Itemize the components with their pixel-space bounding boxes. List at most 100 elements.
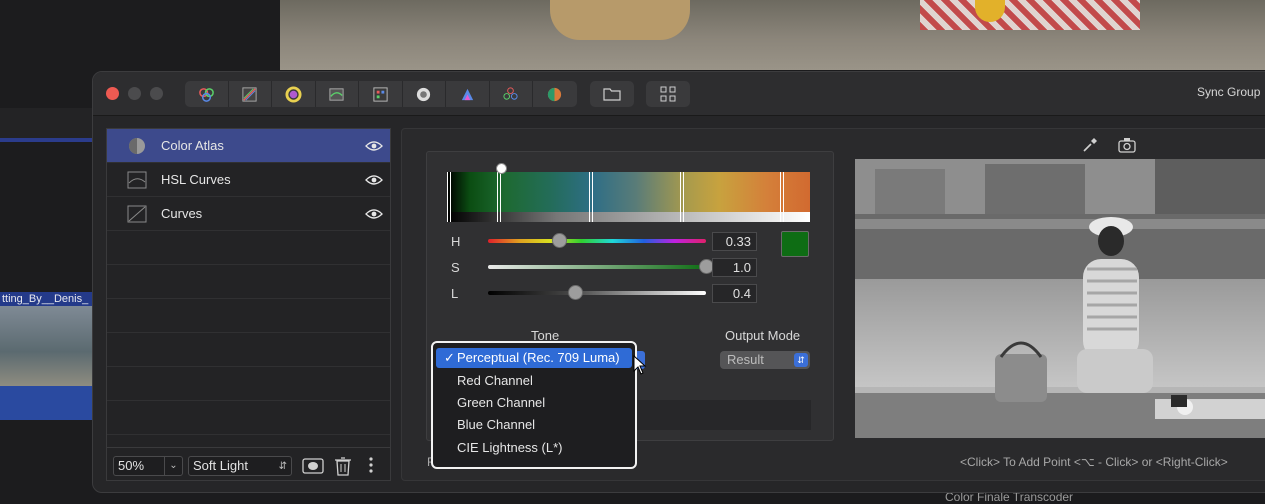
- spectrum-point-marker[interactable]: [780, 172, 784, 222]
- empty-layer-slot: [107, 367, 390, 401]
- open-folder-button[interactable]: [590, 81, 634, 107]
- menu-item-cie-lightness[interactable]: CIE Lightness (L*): [436, 438, 632, 458]
- layer-footer-bar: 50% ⌄ Soft Light ⇵: [107, 447, 390, 481]
- empty-layer-slot: [107, 265, 390, 299]
- spectrum-point-marker[interactable]: [589, 172, 593, 222]
- color-mixer-icon: [503, 86, 518, 100]
- more-options-button[interactable]: [365, 456, 377, 476]
- menu-item-label: CIE Lightness (L*): [457, 440, 563, 455]
- spectrum-point-marker[interactable]: [680, 172, 684, 222]
- blend-mode-value: Soft Light: [193, 458, 248, 473]
- output-mode-label: Output Mode: [725, 328, 801, 343]
- zoom-window-button[interactable]: [150, 87, 163, 100]
- layer-label: HSL Curves: [161, 172, 231, 187]
- layer-item-hsl-curves[interactable]: HSL Curves: [107, 163, 390, 197]
- saturation-value-field[interactable]: 1.0: [712, 258, 757, 277]
- layer-tool-group: [185, 81, 577, 107]
- menu-item-green-channel[interactable]: Green Channel: [436, 393, 632, 413]
- checkmark-icon: ✓: [444, 350, 455, 365]
- visibility-eye-icon[interactable]: [365, 140, 383, 152]
- mouse-cursor-icon: [633, 355, 647, 375]
- hue-slider-track[interactable]: [488, 239, 706, 243]
- lightness-label: L: [451, 286, 459, 301]
- tool-lut[interactable]: [359, 81, 403, 107]
- trash-icon: [335, 457, 351, 476]
- color-swatch[interactable]: [781, 231, 809, 257]
- menu-item-label: Red Channel: [457, 373, 533, 388]
- empty-layer-slot: [107, 401, 390, 435]
- tool-split-tone[interactable]: [533, 81, 577, 107]
- tool-gamut[interactable]: [446, 81, 490, 107]
- mask-icon: [302, 458, 324, 474]
- split-tone-icon: [548, 87, 562, 101]
- layer-item-color-atlas[interactable]: Color Atlas: [107, 129, 390, 163]
- tool-color-wheels[interactable]: [185, 81, 229, 107]
- curves-tool-icon: [242, 86, 257, 102]
- layer-item-curves[interactable]: Curves: [107, 197, 390, 231]
- hue-spectrum-bar[interactable]: [447, 163, 810, 222]
- host-timeline-strip: [0, 138, 92, 142]
- delete-layer-button[interactable]: [334, 456, 354, 476]
- layer-label: Color Atlas: [161, 138, 224, 153]
- color-wheels-icon: [198, 87, 214, 102]
- opacity-value: 50%: [118, 458, 145, 473]
- menu-item-red-channel[interactable]: Red Channel: [436, 371, 632, 391]
- lut-icon: [373, 86, 388, 102]
- tool-hsl-curves[interactable]: [316, 81, 359, 107]
- camera-icon[interactable]: [1118, 137, 1136, 153]
- hue-value-field[interactable]: 0.33: [712, 232, 757, 251]
- sync-group-label[interactable]: Sync Group: [1197, 85, 1260, 99]
- mask-button[interactable]: [301, 457, 325, 475]
- tool-vignette[interactable]: [403, 81, 446, 107]
- menu-item-label: Green Channel: [457, 395, 546, 410]
- empty-layer-slot: [107, 299, 390, 333]
- grid-icon: [660, 86, 676, 102]
- vertical-ellipsis-icon: [369, 457, 373, 473]
- tool-color-mixer[interactable]: [490, 81, 533, 107]
- color-atlas-icon: [127, 136, 147, 156]
- visibility-eye-icon[interactable]: [365, 208, 383, 220]
- layer-opacity-select[interactable]: 50% ⌄: [113, 456, 183, 476]
- visibility-eye-icon[interactable]: [365, 174, 383, 186]
- menu-item-label: Perceptual (Rec. 709 Luma): [457, 350, 620, 365]
- range-field[interactable]: [637, 400, 811, 430]
- tool-curves[interactable]: [229, 81, 272, 107]
- spectrum-point-marker[interactable]: [447, 172, 451, 222]
- saturation-slider-track[interactable]: [488, 265, 706, 269]
- close-window-button[interactable]: [106, 87, 119, 100]
- selected-point-handle[interactable]: [496, 163, 507, 174]
- spectrum-point-marker[interactable]: [497, 172, 501, 222]
- color-atlas-tool-icon: [285, 85, 302, 103]
- preview-image[interactable]: [855, 159, 1265, 438]
- lightness-slider-track[interactable]: [488, 291, 706, 295]
- vignette-icon: [417, 87, 431, 101]
- menu-item-blue-channel[interactable]: Blue Channel: [436, 415, 632, 435]
- layer-list-panel: Color Atlas HSL Curves Curves 50% ⌄ Soft…: [106, 128, 391, 481]
- minimize-window-button[interactable]: [128, 87, 141, 100]
- empty-layer-slot: [107, 333, 390, 367]
- output-mode-select[interactable]: Result ⇵: [720, 351, 810, 369]
- saturation-label: S: [451, 260, 460, 275]
- hue-slider-knob[interactable]: [552, 233, 568, 248]
- lightness-value-field[interactable]: 0.4: [712, 284, 757, 303]
- curves-icon: [127, 204, 147, 224]
- menu-item-label: Blue Channel: [457, 417, 536, 432]
- empty-layer-slot: [107, 231, 390, 265]
- folder-icon: [603, 88, 621, 101]
- gamut-triangle-icon: [461, 88, 473, 100]
- hue-label: H: [451, 234, 461, 249]
- tool-color-atlas[interactable]: [272, 81, 316, 107]
- hsl-curves-icon: [127, 170, 147, 190]
- title-bar: Sync Group: [93, 72, 1265, 116]
- blend-mode-select[interactable]: Soft Light ⇵: [188, 456, 292, 476]
- host-toolbar: [0, 108, 92, 138]
- add-point-hint: <Click> To Add Point <⌥ - Click> or <Rig…: [960, 455, 1228, 469]
- grid-view-button[interactable]: [646, 81, 690, 107]
- up-down-arrows-icon: ⇵: [794, 353, 808, 367]
- lightness-slider-knob[interactable]: [567, 285, 583, 300]
- host-clip-thumbnail[interactable]: [0, 306, 92, 420]
- host-clip-label[interactable]: tting_By__Denis_: [0, 292, 92, 306]
- output-mode-value: Result: [727, 352, 764, 367]
- eyedropper-icon[interactable]: [1082, 137, 1098, 153]
- menu-item-perceptual[interactable]: ✓ Perceptual (Rec. 709 Luma): [436, 348, 632, 368]
